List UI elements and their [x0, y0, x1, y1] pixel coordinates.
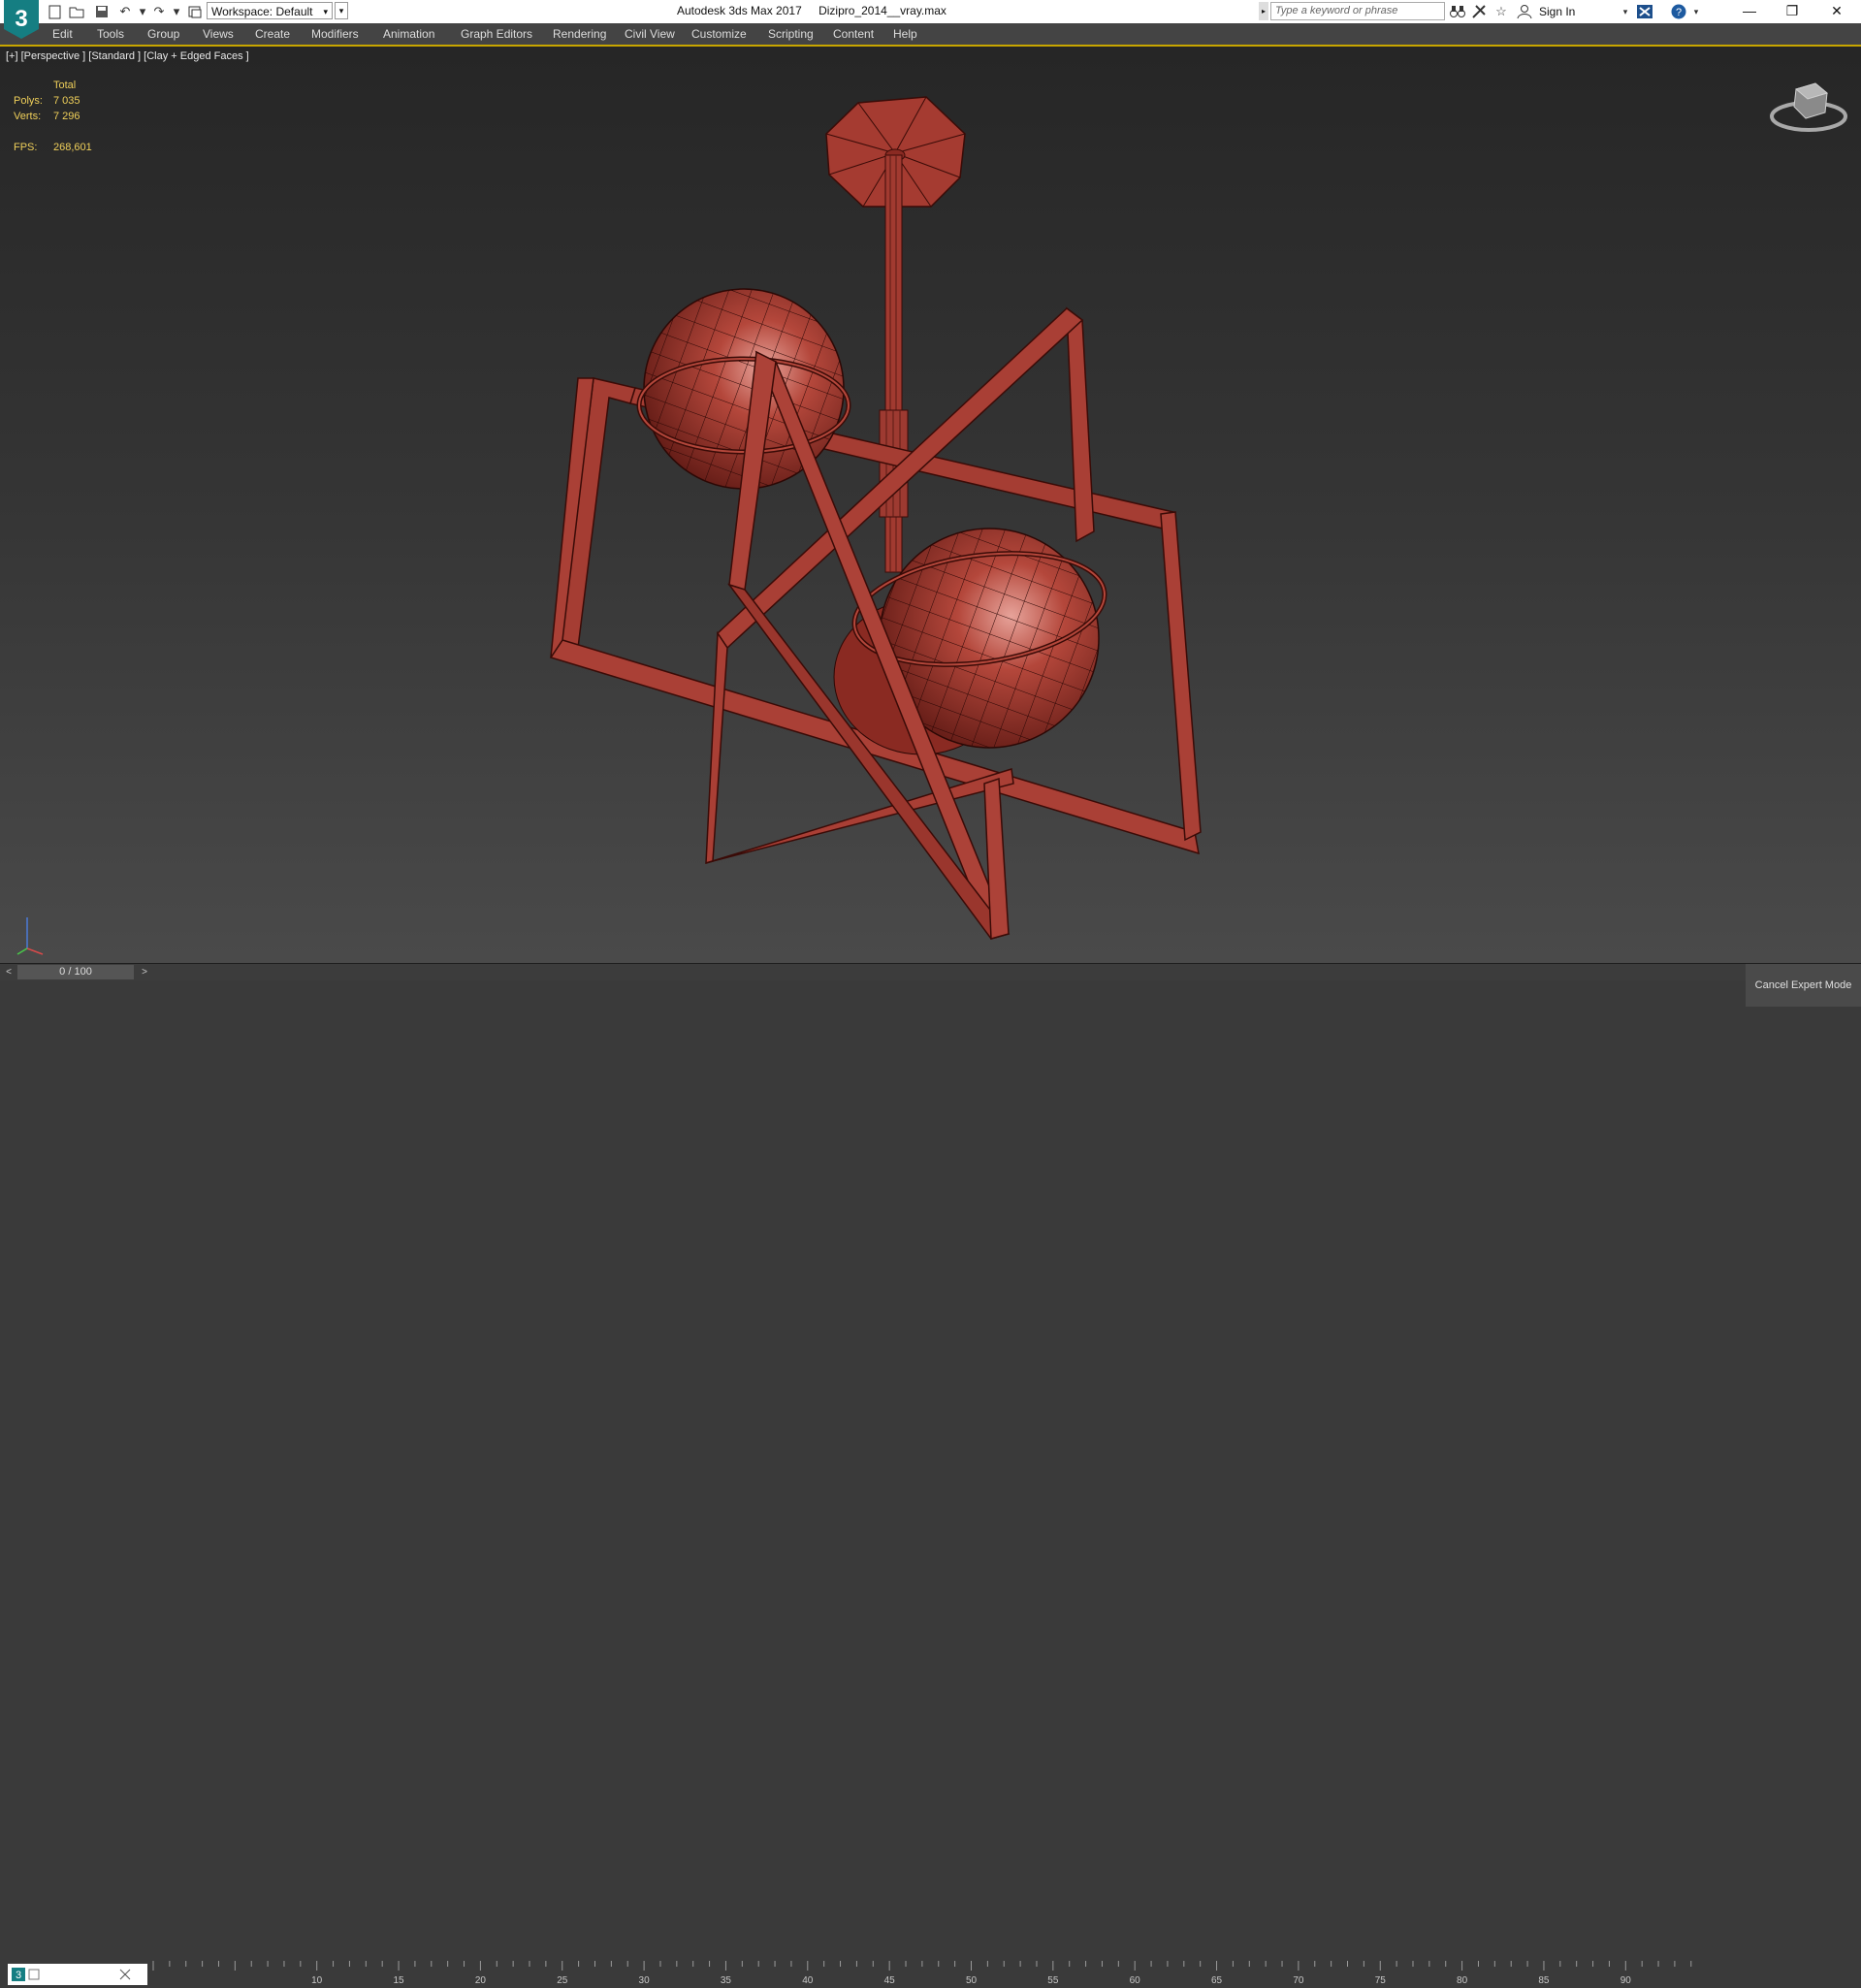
- menu-modifiers[interactable]: Modifiers: [311, 23, 359, 45]
- app-title: Autodesk 3ds Max 2017: [677, 4, 802, 17]
- help-icon[interactable]: ?: [1670, 3, 1687, 20]
- maxscript-mini-listener[interactable]: 3: [8, 1964, 147, 1985]
- undo-icon[interactable]: ↶: [116, 3, 134, 20]
- ruler-label: 30: [639, 1975, 651, 1986]
- svg-text:3: 3: [16, 1970, 21, 1981]
- save-icon[interactable]: [93, 3, 111, 20]
- new-file-icon[interactable]: [47, 3, 64, 20]
- redo-icon[interactable]: ↷: [150, 3, 168, 20]
- ruler-label: 25: [557, 1975, 568, 1986]
- binoculars-icon[interactable]: [1449, 3, 1466, 20]
- restore-icon[interactable]: ❐: [1771, 0, 1813, 23]
- ruler-label: 50: [966, 1975, 978, 1986]
- track-ruler[interactable]: 101520253035404550556065707580859095100: [150, 1961, 1697, 1987]
- file-name: Dizipro_2014__vray.max: [818, 4, 947, 17]
- viewcube-icon[interactable]: [1767, 76, 1850, 134]
- menu-bar: Edit Tools Group Views Create Modifiers …: [0, 23, 1861, 47]
- time-slider-thumb[interactable]: 0 / 100: [17, 965, 134, 979]
- menu-tools[interactable]: Tools: [97, 23, 124, 45]
- cancel-expert-mode-button[interactable]: Cancel Expert Mode: [1746, 964, 1861, 1007]
- ruler-label: 45: [884, 1975, 896, 1986]
- ruler-label: 10: [311, 1975, 323, 1986]
- sign-in-link[interactable]: Sign In: [1539, 2, 1575, 21]
- chandelier-model[interactable]: [0, 47, 1861, 963]
- menu-customize[interactable]: Customize: [691, 23, 747, 45]
- workspace-label: Workspace: Default: [211, 5, 313, 18]
- ruler-label: 70: [1293, 1975, 1304, 1986]
- sign-in-dropdown-icon[interactable]: ▾: [1617, 3, 1634, 20]
- workspace-dropdown[interactable]: Workspace: Default ▾: [207, 2, 333, 19]
- menu-help[interactable]: Help: [893, 23, 917, 45]
- title-bar: 3 ↶ ▾ ↷ ▾ Workspace: Default ▾ ▾ Autodes…: [0, 0, 1861, 39]
- close-icon[interactable]: ✕: [1815, 0, 1858, 23]
- time-next-button[interactable]: >: [138, 965, 151, 979]
- undo-dropdown-icon[interactable]: ▾: [134, 3, 151, 20]
- quick-access-customize-button[interactable]: ▾: [335, 2, 348, 19]
- menu-civil-view[interactable]: Civil View: [625, 23, 675, 45]
- chevron-down-icon: ▾: [323, 7, 328, 16]
- menu-views[interactable]: Views: [203, 23, 234, 45]
- menu-content[interactable]: Content: [833, 23, 874, 45]
- autodesk-exchange-icon[interactable]: [1636, 3, 1653, 20]
- ruler-label: 40: [802, 1975, 814, 1986]
- menu-scripting[interactable]: Scripting: [768, 23, 814, 45]
- menu-animation[interactable]: Animation: [383, 23, 434, 45]
- ruler-label: 20: [475, 1975, 487, 1986]
- perspective-viewport[interactable]: [+] [Perspective ] [Standard ] [Clay + E…: [0, 47, 1861, 963]
- time-slider-bar: < 0 / 100 >: [0, 963, 1861, 981]
- svg-text:3: 3: [15, 6, 27, 32]
- favorites-star-icon[interactable]: ☆: [1492, 3, 1510, 20]
- menu-rendering[interactable]: Rendering: [553, 23, 606, 45]
- minimize-icon[interactable]: —: [1728, 0, 1771, 23]
- communication-center-icon[interactable]: [1470, 3, 1488, 20]
- ruler-label: 55: [1047, 1975, 1059, 1986]
- search-expand-icon[interactable]: ▸: [1259, 2, 1268, 20]
- redo-dropdown-icon[interactable]: ▾: [168, 3, 185, 20]
- menu-group[interactable]: Group: [147, 23, 179, 45]
- track-bar[interactable]: 3 10152025303540455055606570758085909510…: [0, 980, 1861, 1986]
- ruler-label: 90: [1620, 1975, 1632, 1986]
- axis-tripod-icon: [16, 917, 44, 955]
- ruler-label: 15: [393, 1975, 404, 1986]
- user-icon[interactable]: [1516, 3, 1533, 20]
- app-logo-icon[interactable]: 3: [2, 0, 41, 39]
- search-input[interactable]: Type a keyword or phrase: [1270, 2, 1445, 20]
- menu-graph-editors[interactable]: Graph Editors: [461, 23, 532, 45]
- stem-rod: [879, 154, 909, 573]
- project-folder-icon[interactable]: [186, 3, 204, 20]
- ruler-label: 65: [1211, 1975, 1223, 1986]
- ruler-label: 80: [1457, 1975, 1468, 1986]
- time-prev-button[interactable]: <: [2, 965, 16, 979]
- window-title: Autodesk 3ds Max 2017 Dizipro_2014__vray…: [582, 0, 1319, 23]
- menu-edit[interactable]: Edit: [52, 23, 73, 45]
- svg-text:?: ?: [1676, 7, 1682, 18]
- open-file-icon[interactable]: [68, 3, 85, 20]
- ruler-label: 85: [1538, 1975, 1550, 1986]
- ruler-label: 35: [721, 1975, 732, 1986]
- menu-create[interactable]: Create: [255, 23, 290, 45]
- help-dropdown-icon[interactable]: ▾: [1687, 3, 1705, 20]
- ruler-label: 60: [1130, 1975, 1141, 1986]
- ruler-label: 75: [1375, 1975, 1387, 1986]
